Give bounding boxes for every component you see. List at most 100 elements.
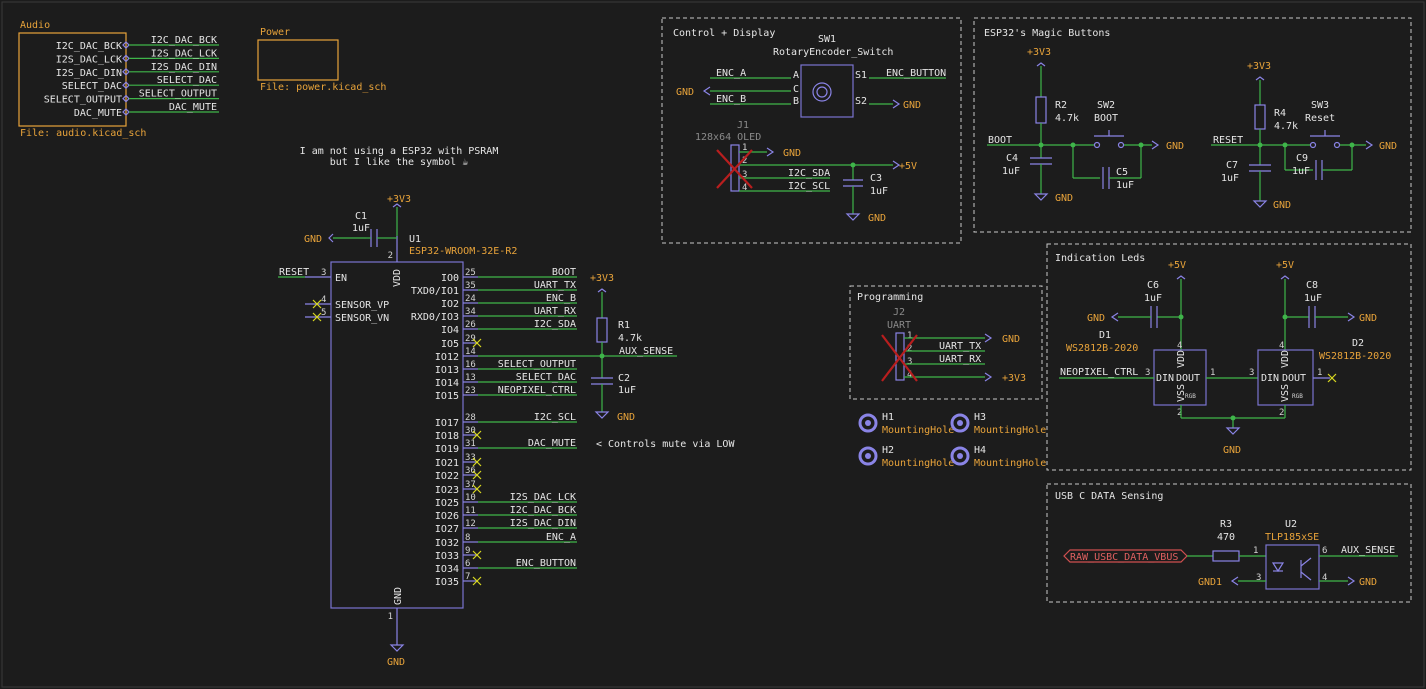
mcu-net-label: DAC_MUTE [528, 438, 576, 449]
d2-ref: D2 [1352, 338, 1364, 349]
mcu-pin-num: 14 [465, 347, 476, 357]
audio-sheet-title: Audio [20, 20, 50, 31]
mcu-pin-num: 33 [465, 453, 476, 463]
d1-dout: DOUT [1176, 373, 1200, 384]
r4-3v3-label: +3V3 [1247, 61, 1271, 72]
mounting-hole-ref: H2 [882, 445, 894, 456]
c1-gnd-label: GND [304, 234, 322, 245]
mcu-net-label: NEOPIXEL_CTRL [498, 385, 576, 396]
indication-leds-title: Indication Leds [1055, 253, 1145, 264]
u2-pin-1: 1 [1253, 546, 1258, 556]
sw2-value: BOOT [1094, 113, 1118, 124]
mounting-hole-ref: H1 [882, 412, 894, 423]
mcu-net-label: I2S_DAC_DIN [510, 518, 576, 529]
c8-value: 1uF [1304, 293, 1322, 304]
magic-buttons-title: ESP32's Magic Buttons [984, 28, 1110, 39]
j2-3v3-label: +3V3 [1002, 373, 1026, 384]
mcu-net-label: SELECT_OUTPUT [498, 359, 576, 370]
d2-pin-din: 3 [1249, 368, 1254, 378]
mcu-pin-num: 12 [465, 519, 476, 529]
mcu-ref: U1 [409, 234, 421, 245]
mcu-net-label: ENC_B [546, 293, 576, 304]
mcu-pin-num: 3 [321, 268, 326, 278]
mcu-pin-name: IO34 [435, 564, 459, 575]
mcu-pin-num: 25 [465, 268, 476, 278]
reset-net: RESET [1213, 135, 1243, 146]
mcu-pin-name: IO17 [435, 418, 459, 429]
audio-net-label: I2S_DAC_DIN [151, 62, 217, 73]
r4-value: 4.7k [1274, 121, 1298, 132]
mcu-gnd-pin-num: 1 [388, 612, 393, 622]
u2-aux-sense-net: AUX_SENSE [1341, 545, 1395, 556]
c3-ref: C3 [870, 173, 882, 184]
mcu-net-label: I2C_DAC_BCK [510, 505, 576, 516]
c1-ref: C1 [355, 211, 367, 222]
mcu-pin-num: 10 [465, 493, 476, 503]
neopixel-ctrl-net: NEOPIXEL_CTRL [1060, 367, 1138, 378]
mcu-pin-name: IO23 [435, 485, 459, 496]
d1-rgb: RGB [1185, 393, 1196, 400]
c7-ref: C7 [1226, 160, 1238, 171]
mcu-pin-num: 36 [465, 466, 476, 476]
mcu-pin-name: IO4 [441, 325, 459, 336]
sw1-pin-s1: S1 [855, 70, 867, 81]
d1-pin-vdd: 4 [1177, 341, 1182, 351]
mcu-pin-name: IO5 [441, 339, 459, 350]
d2-vdd: VDD [1280, 350, 1291, 368]
c4-gnd-label: GND [1055, 193, 1073, 204]
sw2-ref: SW2 [1097, 100, 1115, 111]
c7-value: 1uF [1221, 173, 1239, 184]
enc-button-net: ENC_BUTTON [886, 68, 946, 79]
d2-rgb: RGB [1292, 393, 1303, 400]
mcu-pin-num: 28 [465, 413, 476, 423]
mcu-vdd-label: VDD [392, 269, 403, 287]
control-display-title: Control + Display [673, 28, 775, 39]
c9-ref: C9 [1296, 153, 1308, 164]
j2-ref: J2 [893, 307, 905, 318]
c2-value: 1uF [618, 385, 636, 396]
c3-value: 1uF [870, 186, 888, 197]
mcu-net-label: I2C_SCL [534, 412, 576, 423]
mounting-hole-ref: H4 [974, 445, 986, 456]
j1-5v-label: +5V [899, 161, 917, 172]
r2-3v3-label: +3V3 [1027, 47, 1051, 58]
audio-net-label: I2S_DAC_LCK [151, 48, 217, 59]
mcu-vdd-pin-num: 2 [388, 251, 393, 261]
d2-din: DIN [1261, 373, 1279, 384]
r2-ref: R2 [1055, 100, 1067, 111]
mcu-net-label: ENC_BUTTON [516, 558, 576, 569]
mcu-pin-num: 23 [465, 386, 476, 396]
mcu-value: ESP32-WROOM-32E-R2 [409, 246, 517, 257]
mcu-pin-num: 29 [465, 334, 476, 344]
c3-gnd-label: GND [868, 213, 886, 224]
r1-ref: R1 [618, 320, 630, 331]
r1-value: 4.7k [618, 333, 642, 344]
enc-b-net: ENC_B [716, 94, 746, 105]
c9-value: 1uF [1292, 166, 1310, 177]
j2-value: UART [887, 320, 911, 331]
audio-sheet-pin: I2S_DAC_LCK [56, 54, 122, 65]
c4-value: 1uF [1002, 166, 1020, 177]
mcu-pin-num: 5 [321, 308, 326, 318]
mcu-pin-name: IO35 [435, 577, 459, 588]
d1-5v-label: +5V [1168, 260, 1186, 271]
sw1-pin-c: C [793, 84, 799, 95]
c5-value: 1uF [1116, 180, 1134, 191]
enc-a-net: ENC_A [716, 68, 746, 79]
mcu-net-label: SELECT_DAC [516, 372, 576, 383]
d1-pin-dout: 1 [1210, 368, 1215, 378]
audio-sheet-pin: I2S_DAC_DIN [56, 68, 122, 79]
d1-pin-din: 3 [1145, 368, 1150, 378]
mcu-pin-name: RXD0/IO3 [411, 312, 459, 323]
r3-ref: R3 [1220, 519, 1232, 530]
mcu-pin-name: EN [335, 273, 347, 284]
leds-gnd-label: GND [1223, 445, 1241, 456]
audio-net-label: I2C_DAC_BCK [151, 35, 217, 46]
mcu-pin-num: 31 [465, 439, 476, 449]
audio-sheet-pin: I2C_DAC_BCK [56, 41, 122, 52]
usb-sensing-title: USB C DATA Sensing [1055, 491, 1163, 502]
mcu-pin-name: IO13 [435, 365, 459, 376]
d2-pin-vss: 2 [1279, 408, 1284, 418]
r2-value: 4.7k [1055, 113, 1079, 124]
j1-ref: J1 [737, 120, 749, 131]
